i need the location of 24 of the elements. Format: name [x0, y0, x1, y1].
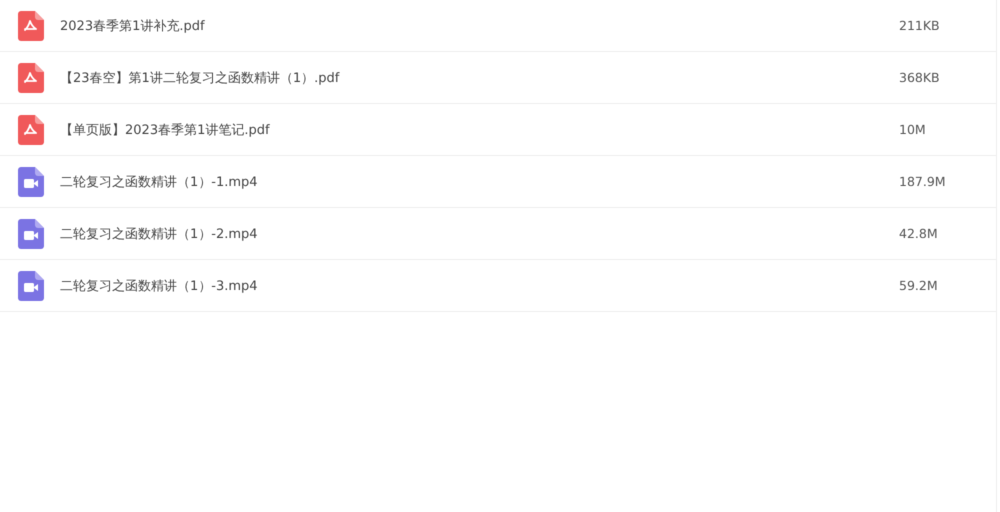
- file-row[interactable]: 二轮复习之函数精讲（1）-2.mp4 42.8M: [0, 208, 996, 260]
- video-icon: [18, 218, 44, 248]
- file-size: 10M: [899, 122, 927, 137]
- file-size: 59.2M: [899, 278, 939, 293]
- file-size: 187.9M: [899, 174, 947, 189]
- file-row[interactable]: 2023春季第1讲补充.pdf 211KB: [0, 0, 996, 52]
- file-size: 42.8M: [899, 226, 939, 241]
- file-row[interactable]: 【单页版】2023春季第1讲笔记.pdf 10M: [0, 104, 996, 156]
- pdf-icon: [18, 62, 44, 92]
- file-row[interactable]: 二轮复习之函数精讲（1）-1.mp4 187.9M: [0, 156, 996, 208]
- file-name: 二轮复习之函数精讲（1）-3.mp4: [60, 278, 259, 294]
- video-icon: [18, 166, 44, 196]
- file-name: 【单页版】2023春季第1讲笔记.pdf: [60, 122, 271, 138]
- file-row[interactable]: 二轮复习之函数精讲（1）-3.mp4 59.2M: [0, 260, 996, 312]
- file-name: 【23春空】第1讲二轮复习之函数精讲（1）.pdf: [60, 70, 341, 86]
- video-icon: [18, 270, 44, 300]
- file-size: 368KB: [899, 70, 941, 85]
- file-size: 211KB: [899, 18, 941, 33]
- file-row[interactable]: 【23春空】第1讲二轮复习之函数精讲（1）.pdf 368KB: [0, 52, 996, 104]
- file-name: 二轮复习之函数精讲（1）-2.mp4: [60, 226, 259, 242]
- file-name: 2023春季第1讲补充.pdf: [60, 18, 206, 34]
- pdf-icon: [18, 114, 44, 144]
- file-name: 二轮复习之函数精讲（1）-1.mp4: [60, 174, 259, 190]
- pdf-icon: [18, 10, 44, 40]
